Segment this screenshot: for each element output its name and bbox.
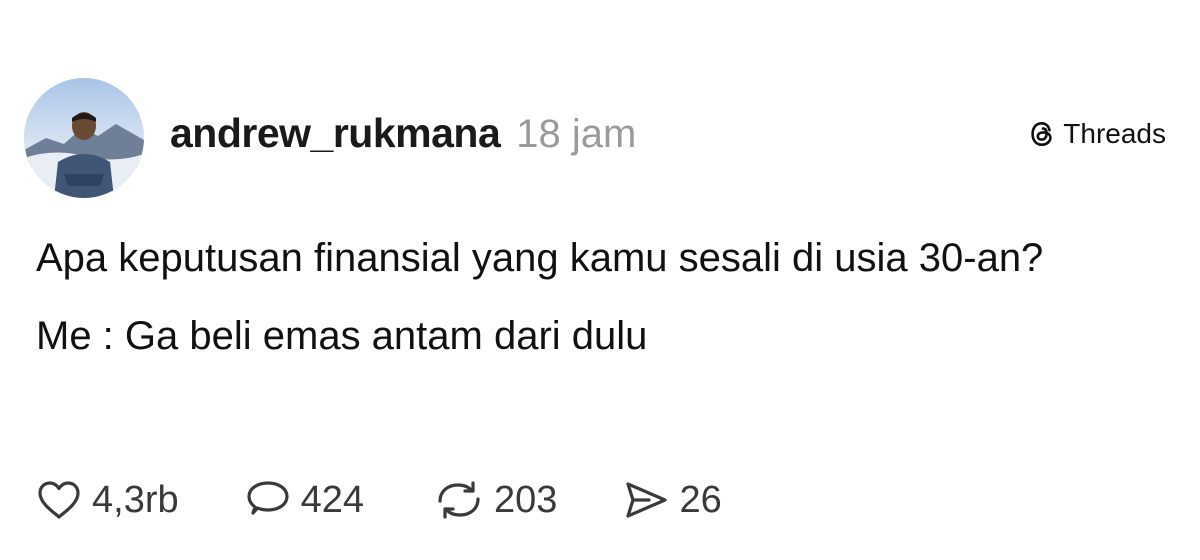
like-button[interactable]: 4,3rb — [36, 479, 179, 522]
repost-arrows-icon — [438, 481, 480, 519]
post-body: Apa keputusan finansial yang kamu sesali… — [36, 230, 1156, 386]
share-count: 26 — [679, 478, 722, 521]
username-link[interactable]: andrew_rukmana — [170, 110, 501, 157]
reply-button[interactable]: 424 — [245, 479, 364, 522]
avatar[interactable] — [24, 78, 144, 198]
repost-count: 203 — [494, 478, 558, 521]
like-count: 4,3rb — [92, 478, 179, 521]
post-paragraph: Apa keputusan finansial yang kamu sesali… — [36, 236, 1044, 280]
avatar-photo — [24, 78, 144, 198]
reply-count: 424 — [300, 478, 365, 521]
threads-brand-label: Threads — [1063, 118, 1166, 149]
action-bar: 4,3rb 424 203 26 — [36, 474, 722, 526]
share-button[interactable]: 26 — [623, 478, 722, 522]
send-arrow-icon — [626, 482, 668, 518]
speech-bubble-icon — [247, 481, 289, 515]
threads-post-card: andrew_rukmana 18 jam Threads Apa keputu… — [0, 0, 1200, 560]
post-paragraph: Me : Ga beli emas antam dari dulu — [36, 314, 648, 358]
repost-button[interactable]: 203 — [434, 479, 557, 522]
heart-icon — [38, 481, 80, 519]
threads-brand-badge: Threads — [1027, 118, 1166, 150]
threads-logo-icon — [1031, 121, 1052, 147]
post-timestamp: 18 jam — [516, 112, 637, 156]
post-header: andrew_rukmana 18 jam — [170, 110, 636, 157]
